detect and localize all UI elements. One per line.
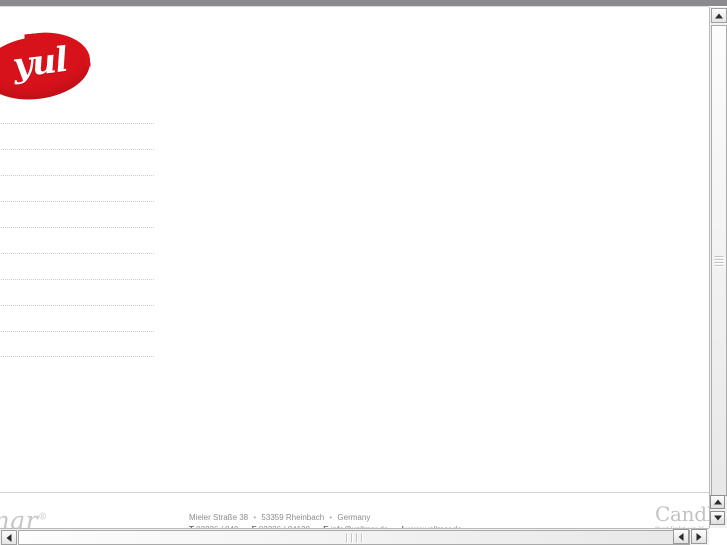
grip-dots-icon xyxy=(714,254,724,268)
vertical-scrollbar[interactable] xyxy=(709,7,727,528)
footer-address-line: Mieler Straße 38 • 53359 Rheinbach • Ger… xyxy=(189,512,462,524)
nav-item-vollmar-kerzen[interactable]: L KERZEN xyxy=(0,123,154,149)
footer-street: Mieler Straße 38 xyxy=(189,513,249,522)
horizontal-scrollbar[interactable] xyxy=(0,528,709,545)
nav-item-klosterlicht-kerzen[interactable]: OSTERLICHT KERZEN xyxy=(0,175,154,201)
triangle-down-icon xyxy=(713,515,722,521)
website-canvas: yul ® L KERZEN TION | SAISON OSTERLICHT … xyxy=(0,7,709,528)
nav-item-presse[interactable]: ESSE xyxy=(0,305,154,331)
nav-item-kollektion-saison[interactable]: TION | SAISON xyxy=(0,149,154,175)
inner-scroll-up-button[interactable] xyxy=(710,495,725,509)
footer-brand-wordmark: llmar® xyxy=(0,506,48,528)
triangle-left-icon xyxy=(6,533,12,542)
nav-item-unternehmen[interactable]: TERNEHMEN xyxy=(0,279,154,305)
nav-item-kontakt[interactable]: NTAKT xyxy=(0,331,154,357)
footer-separator-icon: • xyxy=(253,513,257,522)
inner-scroll-down-button[interactable] xyxy=(710,511,725,525)
triangle-left-icon xyxy=(678,532,684,541)
vertical-scroll-thumb[interactable] xyxy=(711,25,727,496)
footer-brand-registered-icon: ® xyxy=(38,512,48,523)
footer-brand-text: llmar xyxy=(0,506,39,528)
triangle-right-icon xyxy=(696,532,702,541)
horizontal-scroll-thumb[interactable] xyxy=(18,530,690,545)
triangle-up-icon xyxy=(713,499,722,505)
nav-item-online-shop[interactable]: LINE-SHOP xyxy=(0,253,154,279)
nav-item-handel[interactable]: NDEL xyxy=(0,201,154,227)
scroll-left-button[interactable] xyxy=(1,530,17,545)
footer-separator-icon: • xyxy=(329,513,333,522)
page-viewport: yul ® L KERZEN TION | SAISON OSTERLICHT … xyxy=(0,7,709,528)
candles-wordmark: Candles xyxy=(655,502,709,526)
vollmar-logo[interactable]: yul ® xyxy=(0,27,94,107)
scroll-up-button[interactable] xyxy=(711,8,727,23)
inner-scroll-right-button[interactable] xyxy=(691,529,707,544)
footer-zip-city: 53359 Rheinbach xyxy=(261,513,325,522)
grip-dots-icon xyxy=(344,533,364,542)
footer-divider xyxy=(0,492,709,493)
inner-scroll-left-button[interactable] xyxy=(673,529,689,544)
footer-country: Germany xyxy=(337,513,371,522)
triangle-up-icon xyxy=(715,13,723,18)
footer-contact-block: Mieler Straße 38 • 53359 Rheinbach • Ger… xyxy=(189,512,462,528)
candles-slogan-logo: Candles that light up Y xyxy=(655,504,709,528)
inner-vertical-scrollbar[interactable] xyxy=(709,495,727,528)
inner-horizontal-scroll-buttons[interactable] xyxy=(673,528,709,545)
main-navigation: L KERZEN TION | SAISON OSTERLICHT KERZEN… xyxy=(0,123,154,357)
page-footer: llmar® Mieler Straße 38 • 53359 Rheinbac… xyxy=(0,492,709,528)
logo-registered-icon: ® xyxy=(77,47,83,56)
nav-item-werksverkauf[interactable]: RKSVERKAUF xyxy=(0,227,154,253)
